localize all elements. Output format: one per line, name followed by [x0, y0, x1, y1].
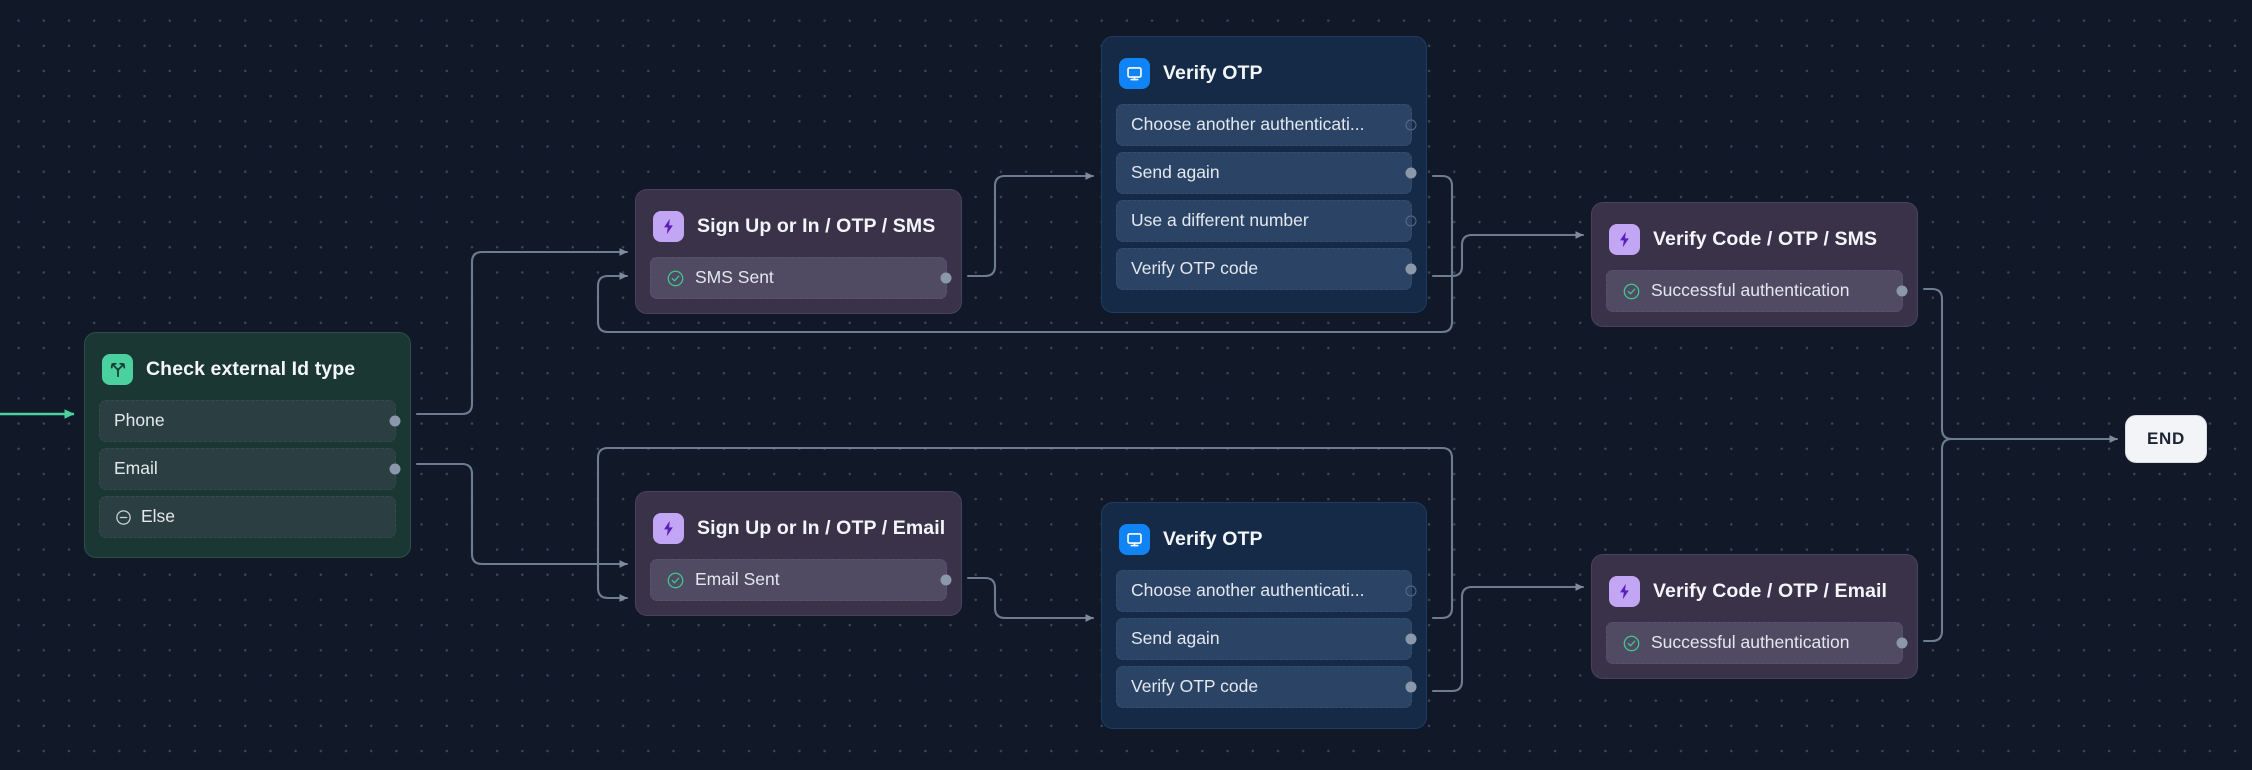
output-port[interactable] — [941, 575, 952, 586]
edge-email-sent-to-verify-otp — [968, 578, 1093, 618]
row-phone[interactable]: Phone — [99, 400, 396, 442]
row-choose-another-authentication[interactable]: Choose another authenticati... — [1116, 104, 1412, 146]
output-port[interactable] — [1897, 638, 1908, 649]
check-circle-icon — [1621, 281, 1641, 301]
node-verify-code-otp-sms[interactable]: Verify Code / OTP / SMS Successful authe… — [1591, 202, 1918, 327]
row-verify-otp-code[interactable]: Verify OTP code — [1116, 666, 1412, 708]
row-label: Choose another authenticati... — [1131, 582, 1365, 600]
edge-verify-code-to-verifycode-email — [1433, 587, 1583, 691]
output-port[interactable] — [1406, 120, 1417, 131]
lightning-bolt-icon — [653, 513, 684, 544]
branch-split-icon — [102, 354, 133, 385]
lightning-bolt-icon — [653, 211, 684, 242]
node-title: Verify OTP — [1163, 528, 1263, 551]
edge-phone-to-signup-sms — [417, 252, 627, 414]
edge-sms-sent-to-verify-otp — [968, 176, 1093, 276]
node-rows: Choose another authenticati... Send agai… — [1116, 570, 1412, 708]
row-choose-another-authentication[interactable]: Choose another authenticati... — [1116, 570, 1412, 612]
row-else[interactable]: Else — [99, 496, 396, 538]
node-signup-or-in-otp-email[interactable]: Sign Up or In / OTP / Email Email Sent — [635, 491, 962, 616]
node-rows: Email Sent — [650, 559, 947, 601]
node-check-external-id-type[interactable]: Check external Id type Phone Email Else — [84, 332, 411, 558]
row-label: Successful authentication — [1651, 282, 1849, 300]
node-header: Verify OTP — [1116, 51, 1412, 91]
output-port[interactable] — [941, 273, 952, 284]
row-label: Successful authentication — [1651, 634, 1849, 652]
output-port[interactable] — [1406, 168, 1417, 179]
edge-success-sms-to-end — [1924, 289, 2117, 439]
edge-success-email-to-end — [1924, 439, 1990, 641]
row-label: Choose another authenticati... — [1131, 116, 1365, 134]
node-header: Verify Code / OTP / SMS — [1606, 217, 1903, 257]
node-header: Verify Code / OTP / Email — [1606, 569, 1903, 609]
node-title: Check external Id type — [146, 358, 355, 381]
row-send-again[interactable]: Send again — [1116, 152, 1412, 194]
output-port[interactable] — [1406, 216, 1417, 227]
row-email-sent[interactable]: Email Sent — [650, 559, 947, 601]
output-port[interactable] — [1406, 586, 1417, 597]
end-label: END — [2147, 429, 2185, 449]
row-label: Send again — [1131, 164, 1220, 182]
row-label: Phone — [114, 412, 165, 430]
row-label: Send again — [1131, 630, 1220, 648]
check-circle-icon — [665, 268, 685, 288]
output-port[interactable] — [1406, 264, 1417, 275]
row-send-again[interactable]: Send again — [1116, 618, 1412, 660]
node-title: Sign Up or In / OTP / Email — [697, 517, 945, 540]
row-label: Use a different number — [1131, 212, 1309, 230]
node-header: Verify OTP — [1116, 517, 1412, 557]
row-successful-authentication[interactable]: Successful authentication — [1606, 622, 1903, 664]
row-label: Verify OTP code — [1131, 678, 1258, 696]
flow-canvas[interactable]: Check external Id type Phone Email Else — [0, 0, 2252, 770]
node-verify-otp-sms[interactable]: Verify OTP Choose another authenticati..… — [1101, 36, 1427, 313]
node-verify-otp-email[interactable]: Verify OTP Choose another authenticati..… — [1101, 502, 1427, 729]
node-rows: Choose another authenticati... Send agai… — [1116, 104, 1412, 290]
node-rows: SMS Sent — [650, 257, 947, 299]
output-port[interactable] — [1897, 286, 1908, 297]
check-circle-icon — [1621, 633, 1641, 653]
node-end[interactable]: END — [2125, 415, 2207, 463]
screen-monitor-icon — [1119, 58, 1150, 89]
node-signup-or-in-otp-sms[interactable]: Sign Up or In / OTP / SMS SMS Sent — [635, 189, 962, 314]
row-label: Else — [141, 508, 175, 526]
node-header: Sign Up or In / OTP / SMS — [650, 204, 947, 244]
row-label: Email — [114, 460, 158, 478]
lightning-bolt-icon — [1609, 576, 1640, 607]
output-port[interactable] — [390, 416, 401, 427]
row-label: SMS Sent — [695, 269, 774, 287]
node-header: Check external Id type — [99, 347, 396, 387]
row-successful-authentication[interactable]: Successful authentication — [1606, 270, 1903, 312]
lightning-bolt-icon — [1609, 224, 1640, 255]
minus-circle-icon — [114, 508, 132, 526]
row-verify-otp-code[interactable]: Verify OTP code — [1116, 248, 1412, 290]
node-title: Verify OTP — [1163, 62, 1263, 85]
node-title: Sign Up or In / OTP / SMS — [697, 215, 935, 238]
edge-verify-code-to-verifycode-sms — [1433, 235, 1583, 276]
node-rows: Phone Email Else — [99, 400, 396, 538]
screen-monitor-icon — [1119, 524, 1150, 555]
output-port[interactable] — [1406, 634, 1417, 645]
row-label: Verify OTP code — [1131, 260, 1258, 278]
check-circle-icon — [665, 570, 685, 590]
output-port[interactable] — [1406, 682, 1417, 693]
node-verify-code-otp-email[interactable]: Verify Code / OTP / Email Successful aut… — [1591, 554, 1918, 679]
edge-email-to-signup-email — [417, 464, 627, 564]
row-email[interactable]: Email — [99, 448, 396, 490]
row-use-a-different-number[interactable]: Use a different number — [1116, 200, 1412, 242]
node-rows: Successful authentication — [1606, 270, 1903, 312]
output-port[interactable] — [390, 464, 401, 475]
node-rows: Successful authentication — [1606, 622, 1903, 664]
node-header: Sign Up or In / OTP / Email — [650, 506, 947, 546]
node-title: Verify Code / OTP / Email — [1653, 580, 1887, 603]
row-label: Email Sent — [695, 571, 780, 589]
node-title: Verify Code / OTP / SMS — [1653, 228, 1877, 251]
row-sms-sent[interactable]: SMS Sent — [650, 257, 947, 299]
